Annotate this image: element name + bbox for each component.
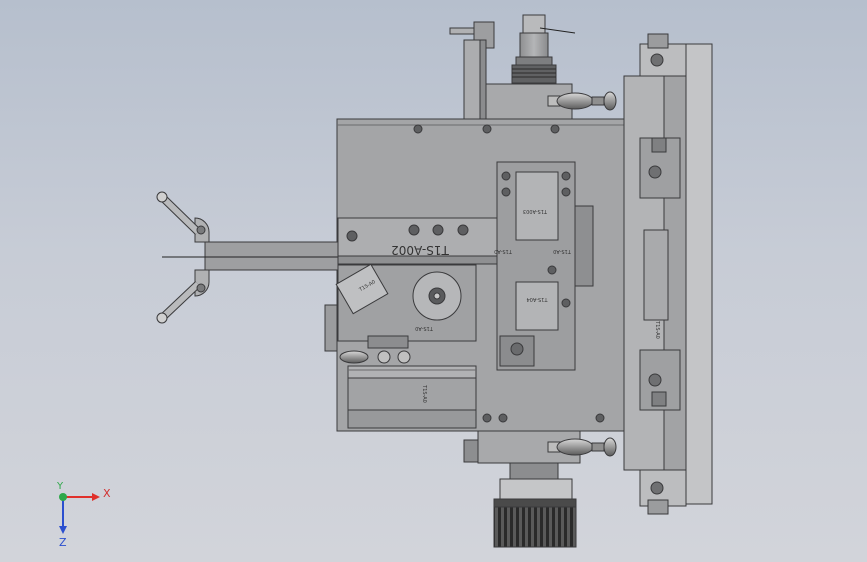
z-axis-arrow: [59, 526, 67, 534]
part-label-5: T1S-A0: [415, 325, 434, 331]
part-label-4: T1S-A04: [527, 296, 549, 302]
left-arm: [156, 191, 339, 324]
machine-assembly: [156, 14, 713, 548]
cad-viewport[interactable]: T1S-A002 T1S-A003 T1S-A0 T1S-A0 T1S-A04 …: [0, 0, 867, 562]
x-axis-label: X: [103, 487, 111, 500]
y-axis-dot: [59, 493, 67, 501]
part-label-1: T1S-A003: [523, 208, 548, 214]
lower-rails: [347, 365, 477, 429]
part-label-3: T1S-A0: [553, 248, 572, 254]
z-axis-label: Z: [59, 536, 67, 549]
coordinate-triad: X Y Z: [56, 481, 111, 549]
part-label-6: T1S-A0: [421, 384, 427, 403]
part-label-7: T1S-A0: [654, 320, 660, 339]
main-bar-label: T1S-A002: [391, 243, 450, 257]
y-axis-label: Y: [56, 481, 64, 492]
right-frame: [623, 33, 713, 515]
x-axis-arrow: [92, 493, 100, 501]
part-label-2: T1S-A0: [494, 248, 513, 254]
